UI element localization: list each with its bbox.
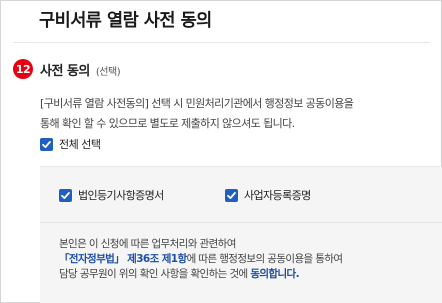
document-panel: 법인등기사항증명서 사업자등록증명 본인은 이 신청에 따른 업무처리와 관련하… [40, 166, 442, 303]
page-title: 구비서류 열람 사전 동의 [39, 11, 212, 31]
document-checkbox-corporate-registry[interactable]: 법인등기사항증명서 [59, 187, 164, 203]
agreement-text: 본인은 이 신청에 따른 업무처리와 관련하여 「전자정부법」 제36조 제1항… [59, 237, 343, 282]
law-reference: 「전자정부법」 제36조 제1항 [59, 253, 187, 265]
section-description: [구비서류 열람 사전동의] 선택 시 민원처리기관에서 행정정보 공동이용을 … [40, 94, 410, 134]
description-line-2: 통해 확인 할 수 있으므로 별도로 제출하지 않으셔도 됩니다. [40, 117, 295, 130]
document-label[interactable]: 법인등기사항증명서 [78, 187, 164, 203]
section-title: 사전 동의 (선택) [40, 60, 121, 79]
title-divider [13, 42, 430, 43]
panel-divider [40, 222, 442, 223]
select-all-label[interactable]: 전체 선택 [59, 136, 101, 152]
document-label[interactable]: 사업자등록증명 [244, 187, 311, 203]
document-checkbox-business-registration[interactable]: 사업자등록증명 [225, 187, 311, 203]
agreement-line-1: 본인은 이 신청에 따른 업무처리와 관련하여 [59, 238, 236, 250]
agreement-emphasis: 동의합니다. [250, 268, 300, 280]
optional-label: (선택) [95, 67, 121, 78]
step-number-badge: 12 [13, 59, 33, 79]
checkbox-checked-icon[interactable] [40, 137, 53, 151]
checkbox-checked-icon[interactable] [59, 188, 72, 202]
section-title-text: 사전 동의 [40, 64, 90, 79]
select-all-checkbox[interactable]: 전체 선택 [40, 136, 101, 152]
agreement-line-3: 담당 공무원이 위의 확인 사항을 확인하는 것에 동의합니다. [59, 267, 343, 282]
description-line-1: [구비서류 열람 사전동의] 선택 시 민원처리기관에서 행정정보 공동이용을 [40, 97, 354, 110]
agreement-line-2-rest: 에 따른 행정정보의 공동이용을 통하여 [186, 253, 344, 265]
checkbox-checked-icon[interactable] [225, 188, 238, 202]
agreement-line-2: 「전자정부법」 제36조 제1항에 따른 행정정보의 공동이용을 통하여 [59, 252, 343, 267]
agreement-line-3-text: 담당 공무원이 위의 확인 사항을 확인하는 것에 [59, 268, 251, 280]
